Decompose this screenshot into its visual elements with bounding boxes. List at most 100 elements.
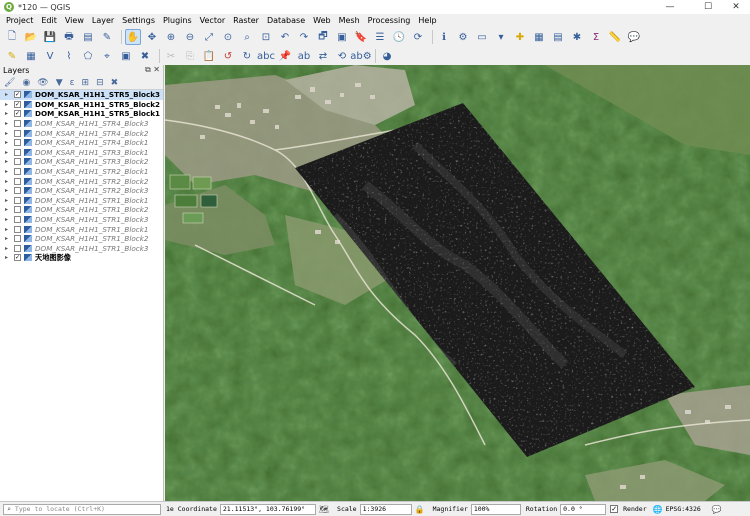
bookmark-icon[interactable]: 🔖 [353,29,369,45]
expand-arrow-icon[interactable]: ▸ [5,139,11,146]
delete-selected-icon[interactable]: ✖ [137,48,153,64]
zoom-last-icon[interactable]: ↶ [277,29,293,45]
layer-item[interactable]: ▸ DOM_KSAR_H1H1_STR1_Block2 [0,205,163,215]
menu-raster[interactable]: Raster [233,16,259,25]
expand-arrow-icon[interactable]: ▸ [5,226,11,233]
layer-item[interactable]: ▸ DOM_KSAR_H1H1_STR1_Block2 [0,234,163,244]
expand-arrow-icon[interactable]: ▸ [5,168,11,175]
filter-by-expression-icon[interactable]: ε [70,78,75,88]
pan-map-icon[interactable]: ✋ [125,29,141,45]
refresh-icon[interactable]: ⟳ [410,29,426,45]
messages-icon[interactable]: 💬 [712,505,722,514]
layer-visibility-checkbox[interactable] [14,158,21,166]
menu-project[interactable]: Project [6,16,33,25]
open-attribute-table-icon[interactable]: ▤ [550,29,566,45]
show-bookmarks-icon[interactable]: ☰ [372,29,388,45]
expand-arrow-icon[interactable]: ▸ [5,235,11,242]
layer-visibility-checkbox[interactable] [14,196,21,204]
measure-icon[interactable]: 📏 [607,29,623,45]
save-project-icon[interactable]: 💾 [42,29,58,45]
layout-manager-icon[interactable]: ▤ [80,29,96,45]
expand-arrow-icon[interactable]: ▸ [5,101,11,108]
menu-plugins[interactable]: Plugins [163,16,192,25]
layer-item[interactable]: ▸ ✓ DOM_KSAR_H1H1_STR5_Block3 [0,90,163,100]
menu-mesh[interactable]: Mesh [339,16,360,25]
open-project-icon[interactable]: 📂 [23,29,39,45]
layer-visibility-checkbox[interactable]: ✓ [14,110,21,118]
redo-icon[interactable]: ↻ [239,48,255,64]
layer-visibility-checkbox[interactable] [14,129,21,137]
collapse-all-icon[interactable]: ⊟ [96,78,104,88]
expand-arrow-icon[interactable]: ▸ [5,91,11,98]
crs-label[interactable]: EPSG:4326 [666,505,701,513]
expand-arrow-icon[interactable]: ▸ [5,245,11,252]
coordinate-field[interactable]: 21.11513°, 103.76199° [219,503,316,515]
expand-arrow-icon[interactable]: ▸ [5,197,11,204]
layer-item[interactable]: ▸ ✓ DOM_KSAR_H1H1_STR5_Block2 [0,100,163,110]
label-pin-icon[interactable]: 📌 [277,48,293,64]
layer-item[interactable]: ▸ DOM_KSAR_H1H1_STR3_Block1 [0,148,163,158]
layer-visibility-checkbox[interactable] [14,187,21,195]
toggle-editing-icon[interactable]: ▦ [23,48,39,64]
menu-database[interactable]: Database [267,16,305,25]
minimize-button[interactable]: — [650,0,690,14]
rotation-spinbox[interactable]: 0.0 ° [560,503,607,515]
expand-arrow-icon[interactable]: ▸ [5,149,11,156]
zoom-full-icon[interactable]: ⤢ [201,29,217,45]
scale-combo[interactable]: 1:3926 [359,503,412,515]
modify-attributes-icon[interactable]: ▣ [118,48,134,64]
new-3d-view-icon[interactable]: ▣ [334,29,350,45]
layer-item[interactable]: ▸ DOM_KSAR_H1H1_STR1_Block1 [0,224,163,234]
layer-item[interactable]: ▸ DOM_KSAR_H1H1_STR4_Block2 [0,128,163,138]
zoom-native-icon[interactable]: ⊡ [258,29,274,45]
label-change-icon[interactable]: ab⚙ [350,48,371,64]
layer-visibility-checkbox[interactable]: ✓ [14,100,21,108]
layer-visibility-checkbox[interactable]: ✓ [14,254,21,262]
select-features-icon[interactable]: ▭ [474,29,490,45]
layer-item[interactable]: ▸ DOM_KSAR_H1H1_STR2_Block3 [0,186,163,196]
expand-arrow-icon[interactable]: ▸ [5,206,11,213]
label-move-icon[interactable]: ⇄ [315,48,331,64]
layer-item[interactable]: ▸ DOM_KSAR_H1H1_STR1_Block3 [0,215,163,225]
layer-item[interactable]: ▸ DOM_KSAR_H1H1_STR4_Block3 [0,119,163,129]
save-layer-edits-icon[interactable]: V [42,48,58,64]
menu-processing[interactable]: Processing [368,16,411,25]
zoom-layer-icon[interactable]: ⌕ [239,29,255,45]
layer-item[interactable]: ▸ DOM_KSAR_H1H1_STR1_Block1 [0,196,163,206]
menu-web[interactable]: Web [313,16,330,25]
menu-settings[interactable]: Settings [122,16,155,25]
zoom-in-icon[interactable]: ⊕ [163,29,179,45]
label-rotate-icon[interactable]: ⟲ [334,48,350,64]
menu-help[interactable]: Help [418,16,436,25]
expand-arrow-icon[interactable]: ▸ [5,187,11,194]
current-edits-icon[interactable]: ✎ [4,48,20,64]
pan-to-selection-icon[interactable]: ✥ [144,29,160,45]
select-by-value-icon[interactable]: ▾ [493,29,509,45]
map-tips-icon[interactable]: 💬 [626,29,642,45]
close-panel-icon[interactable]: ✕ [153,65,160,74]
expand-arrow-icon[interactable]: ▸ [5,254,11,261]
new-project-icon[interactable]: 🗋 [4,29,20,45]
layer-visibility-checkbox[interactable] [14,225,21,233]
menu-vector[interactable]: Vector [200,16,226,25]
expand-arrow-icon[interactable]: ▸ [5,110,11,117]
expand-arrow-icon[interactable]: ▸ [5,158,11,165]
layer-visibility-checkbox[interactable] [14,216,21,224]
expand-arrow-icon[interactable]: ▸ [5,178,11,185]
undo-icon[interactable]: ↺ [220,48,236,64]
layer-item[interactable]: ▸ DOM_KSAR_H1H1_STR2_Block1 [0,167,163,177]
expand-arrow-icon[interactable]: ▸ [5,120,11,127]
layer-styling-icon[interactable]: 🖌 [4,78,15,88]
temporal-controller-icon[interactable]: 🕓 [391,29,407,45]
layer-visibility-checkbox[interactable] [14,139,21,147]
render-checkbox[interactable]: ✓ [610,505,619,513]
layer-item[interactable]: ▸ DOM_KSAR_H1H1_STR2_Block2 [0,176,163,186]
plugin-icon[interactable]: ◕ [379,48,395,64]
layer-item[interactable]: ▸ DOM_KSAR_H1H1_STR1_Block3 [0,244,163,254]
add-polygon-icon[interactable]: ⬠ [80,48,96,64]
remove-layer-icon[interactable]: ✖ [111,78,119,88]
statistical-summary-icon[interactable]: Σ [588,29,604,45]
map-canvas[interactable] [165,65,750,501]
menu-layer[interactable]: Layer [92,16,114,25]
zoom-next-icon[interactable]: ↷ [296,29,312,45]
